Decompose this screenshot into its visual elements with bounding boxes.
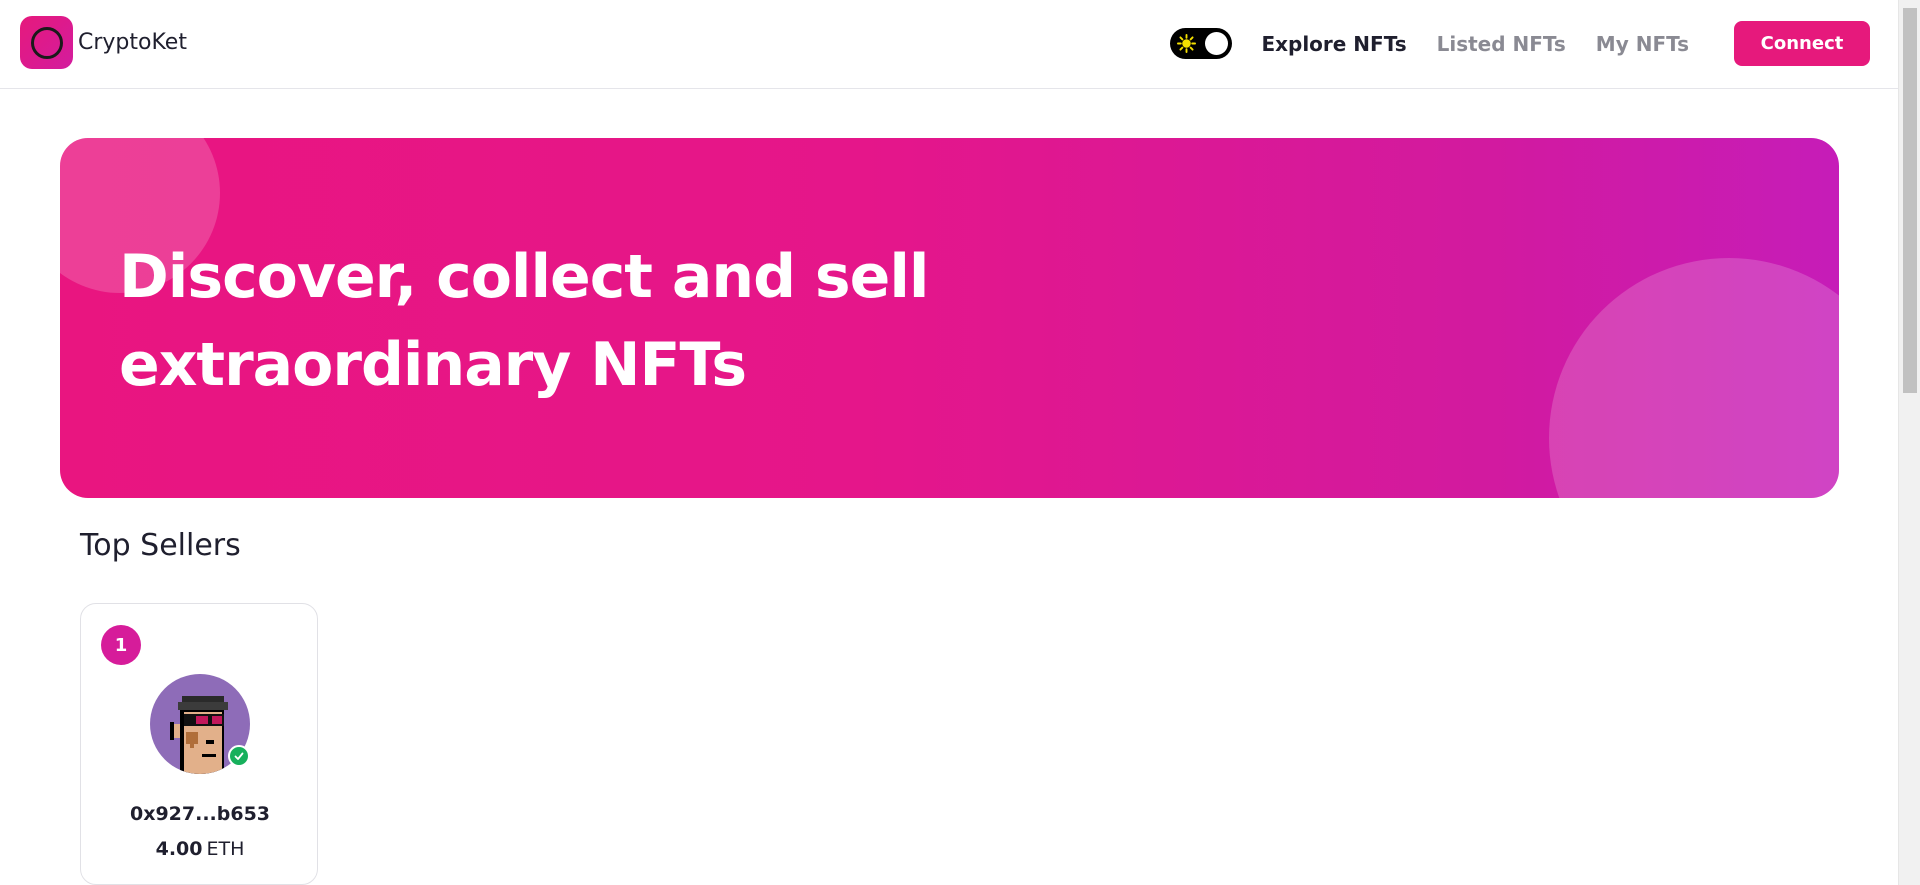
seller-amount-value: 4.00 xyxy=(155,838,203,860)
nav-link-explore-nfts[interactable]: Explore NFTs xyxy=(1261,32,1406,56)
sun-icon xyxy=(1176,33,1197,54)
connect-button[interactable]: Connect xyxy=(1734,21,1870,66)
nav-link-my-nfts[interactable]: My NFTs xyxy=(1596,32,1689,56)
seller-amount: 4.00 ETH xyxy=(81,838,319,860)
theme-toggle[interactable] xyxy=(1170,28,1233,59)
navbar: CryptoKet Explore NFTs Listed NFTs My NF… xyxy=(0,0,1898,89)
vertical-scrollbar[interactable] xyxy=(1898,0,1920,885)
brand-name: CryptoKet xyxy=(78,30,187,55)
brand-logo-icon xyxy=(20,16,73,69)
verified-check-icon xyxy=(228,745,250,767)
top-sellers-title: Top Sellers xyxy=(80,528,241,563)
rank-badge: 1 xyxy=(101,625,141,665)
seller-card[interactable]: 1 0x927...b653 4.00 ETH xyxy=(80,603,318,885)
hero-banner: Discover, collect and sell extraordinary… xyxy=(60,138,1839,498)
hero-title: Discover, collect and sell extraordinary… xyxy=(119,242,929,400)
page: CryptoKet Explore NFTs Listed NFTs My NF… xyxy=(0,0,1920,885)
seller-address: 0x927...b653 xyxy=(129,803,271,825)
scrollbar-thumb[interactable] xyxy=(1903,8,1917,393)
nav-right: Explore NFTs Listed NFTs My NFTs Connect xyxy=(1170,21,1870,66)
brand[interactable]: CryptoKet xyxy=(20,16,187,69)
seller-amount-currency: ETH xyxy=(206,838,245,860)
decorative-circle xyxy=(1549,258,1839,498)
toggle-knob xyxy=(1205,32,1229,55)
nav-link-listed-nfts[interactable]: Listed NFTs xyxy=(1437,32,1566,56)
